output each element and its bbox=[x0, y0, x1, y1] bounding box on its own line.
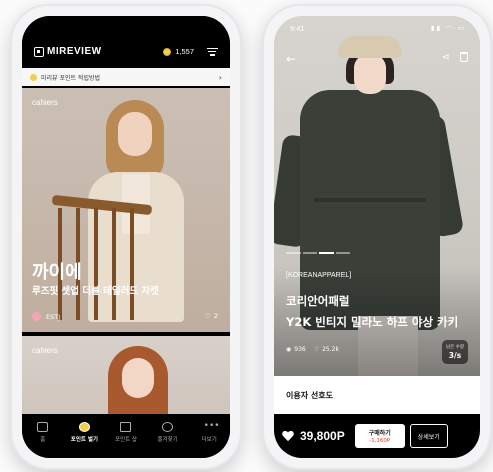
brand-tag: [KOREANAPPAREL] bbox=[286, 272, 352, 279]
likes-stat: ♡ 25.2k bbox=[314, 346, 339, 353]
section-title: 이용자 선호도 bbox=[286, 391, 333, 400]
card-title: 까이에 bbox=[32, 262, 82, 283]
buy-label: 구매하기 bbox=[368, 430, 391, 437]
card-subtitle: 루즈핏 셋업 더블 테일러드 자켓 bbox=[32, 286, 159, 297]
purchase-bar: 39,800P 구매하기 -1,160P 상세보기 bbox=[274, 414, 480, 458]
app-logo[interactable]: MIREVIEW bbox=[34, 46, 102, 57]
model-photo-face bbox=[118, 112, 152, 156]
nav-label: 포인트 샵 bbox=[114, 437, 137, 443]
stock-badge-value: 3/s bbox=[448, 351, 462, 360]
more-icon: ••• bbox=[203, 421, 220, 431]
share-icon[interactable]: ⋖ bbox=[442, 52, 450, 63]
card-likes[interactable]: ♡ 2 bbox=[205, 312, 218, 320]
coin-icon bbox=[30, 73, 37, 81]
nav-item-favorites[interactable]: 즐겨찾기 bbox=[148, 422, 188, 443]
trash-icon[interactable] bbox=[460, 52, 468, 62]
views-stat: ◉ 936 bbox=[286, 346, 306, 353]
heart-icon: ♡ bbox=[313, 346, 320, 353]
menu-icon[interactable] bbox=[207, 48, 218, 56]
buy-discount: -1,160P bbox=[369, 438, 391, 444]
views-count: 936 bbox=[294, 346, 306, 353]
chevron-right-icon: › bbox=[218, 72, 222, 82]
detail-button[interactable]: 상세보기 bbox=[409, 424, 448, 448]
notice-text: 미리뷰 포인트 적립방법 bbox=[41, 74, 101, 82]
nav-label: 더보기 bbox=[201, 437, 217, 443]
heart-icon[interactable] bbox=[282, 431, 294, 442]
model-photo-face bbox=[122, 358, 154, 398]
logo-icon bbox=[34, 46, 44, 57]
product-image[interactable]: 9:41 ▮▮ ◠ ▭ ← ⋖ [KOREANAPPAREL] 코리안어패럴 Y… bbox=[274, 16, 480, 376]
model-photo-beret bbox=[338, 36, 402, 58]
home-icon bbox=[37, 422, 49, 432]
left-phone-screen: MIREVIEW 1,557 미리뷰 포인트 적립방법 › cahiers 까이… bbox=[22, 16, 230, 458]
likes-count: 2 bbox=[213, 312, 218, 320]
review-card[interactable]: cahiers 까이에 루즈핏 셋업 더블 테일러드 자켓 ESTJ ♡ 2 bbox=[22, 88, 230, 332]
points-balance[interactable]: 1,557 bbox=[163, 47, 194, 56]
model-photo-face bbox=[354, 54, 386, 94]
points-value: 1,557 bbox=[175, 47, 194, 56]
eye-icon: ◉ bbox=[286, 346, 292, 353]
shop-icon bbox=[120, 422, 132, 432]
nav-item-more[interactable]: ••• 더보기 bbox=[189, 421, 229, 444]
card-brand: cahiers bbox=[32, 98, 58, 107]
review-card[interactable]: cahiers bbox=[22, 336, 230, 414]
card-author: ESTJ bbox=[32, 312, 60, 321]
heart-icon: ♡ bbox=[205, 312, 211, 320]
face-icon bbox=[162, 422, 174, 432]
model-photo-belt bbox=[314, 198, 426, 202]
mbti-label: ESTJ bbox=[46, 312, 61, 321]
status-time: 9:41 bbox=[290, 24, 305, 33]
product-name: Y2K 빈티지 밀라노 하프 야상 카키 bbox=[286, 315, 459, 329]
buy-button[interactable]: 구매하기 -1,160P bbox=[354, 424, 405, 448]
nav-item-earn-points[interactable]: 포인트 벌기 bbox=[64, 422, 104, 443]
stock-badge-label: 남은 수량 bbox=[446, 345, 464, 350]
nav-label: 홈 bbox=[40, 437, 46, 443]
nav-label: 즐겨찾기 bbox=[157, 437, 178, 443]
stock-badge: 남은 수량 3/s bbox=[442, 340, 468, 364]
avatar bbox=[32, 312, 41, 321]
price: 39,800P bbox=[300, 429, 345, 443]
coin-icon bbox=[78, 422, 90, 432]
right-phone-frame: 9:41 ▮▮ ◠ ▭ ← ⋖ [KOREANAPPAREL] 코리안어패럴 Y… bbox=[262, 4, 492, 470]
showcase-stage: MIREVIEW 1,557 미리뷰 포인트 적립방법 › cahiers 까이… bbox=[0, 0, 493, 472]
nav-item-home[interactable]: 홈 bbox=[23, 422, 63, 443]
left-phone-frame: MIREVIEW 1,557 미리뷰 포인트 적립방법 › cahiers 까이… bbox=[10, 4, 242, 470]
coin-icon bbox=[163, 47, 172, 56]
bottom-nav: 홈 포인트 벌기 포인트 샵 즐겨찾기 ••• 더보기 bbox=[22, 414, 230, 458]
nav-label: 포인트 벌기 bbox=[70, 437, 98, 443]
logo-text: MIREVIEW bbox=[47, 46, 102, 57]
top-bar: MIREVIEW 1,557 bbox=[22, 16, 230, 68]
points-notice-banner[interactable]: 미리뷰 포인트 적립방법 › bbox=[22, 68, 230, 86]
brand-name[interactable]: 코리안어패럴 bbox=[286, 293, 349, 309]
image-carousel-indicator bbox=[286, 252, 350, 254]
right-phone-screen: 9:41 ▮▮ ◠ ▭ ← ⋖ [KOREANAPPAREL] 코리안어패럴 Y… bbox=[274, 16, 480, 458]
back-arrow-icon[interactable]: ← bbox=[286, 52, 296, 66]
nav-item-point-shop[interactable]: 포인트 샵 bbox=[106, 422, 146, 443]
card-brand: cahiers bbox=[32, 346, 58, 355]
product-stats: ◉ 936 ♡ 25.2k bbox=[286, 346, 339, 353]
status-icons: ▮▮ ◠ ▭ bbox=[430, 24, 466, 32]
likes-count: 25.2k bbox=[322, 346, 339, 353]
